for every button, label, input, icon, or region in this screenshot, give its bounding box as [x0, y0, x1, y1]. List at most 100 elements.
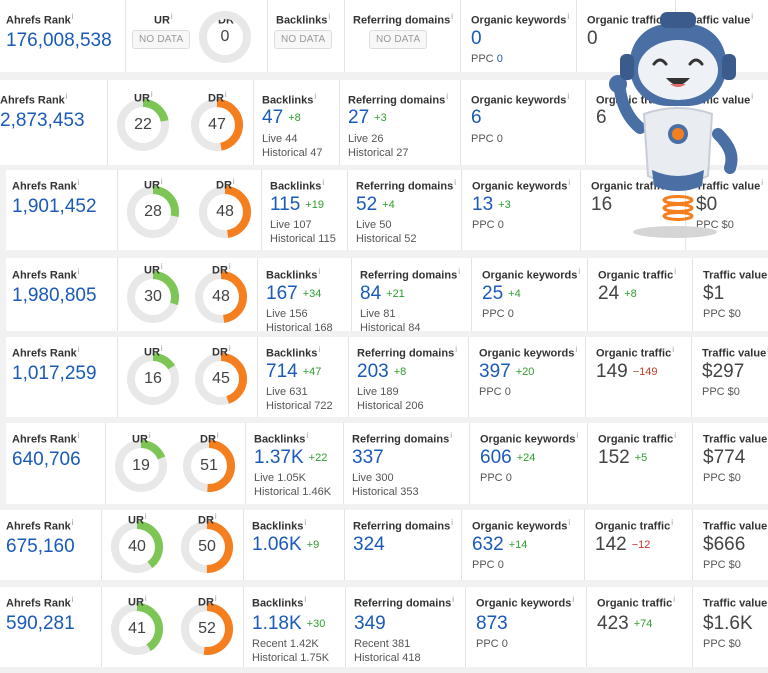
backlinks-value[interactable]: 47 +8	[262, 107, 301, 129]
traffic-value-amount[interactable]: $297	[702, 361, 744, 383]
organic-keywords-value[interactable]: 6	[471, 107, 482, 129]
backlinks-value[interactable]: 167 +34	[266, 283, 321, 305]
info-icon[interactable]: i	[328, 12, 330, 21]
ahrefs-rank-value[interactable]: 640,706	[12, 449, 81, 471]
ahrefs-rank-value[interactable]: 176,008,538	[6, 30, 112, 52]
info-icon[interactable]: i	[215, 594, 217, 603]
info-icon[interactable]: i	[72, 595, 74, 604]
info-icon[interactable]: i	[451, 12, 453, 21]
info-icon[interactable]: i	[761, 178, 763, 187]
info-icon[interactable]: i	[568, 178, 570, 187]
organic-traffic-value[interactable]: 152 +5	[598, 447, 647, 469]
info-icon[interactable]: i	[572, 595, 574, 604]
info-icon[interactable]: i	[458, 267, 460, 276]
organic-keywords-value[interactable]: 606 +24	[480, 447, 535, 469]
ahrefs-rank-value[interactable]: 675,160	[6, 536, 75, 558]
organic-traffic-value[interactable]: 423 +74	[597, 613, 652, 635]
backlinks-value[interactable]: 1.37K +22	[254, 447, 327, 469]
info-icon[interactable]: i	[72, 12, 74, 21]
info-icon[interactable]: i	[229, 344, 231, 353]
info-icon[interactable]: i	[229, 262, 231, 271]
info-icon[interactable]: i	[66, 92, 68, 101]
info-icon[interactable]: i	[673, 595, 675, 604]
info-icon[interactable]: i	[304, 595, 306, 604]
info-icon[interactable]: i	[161, 262, 163, 271]
backlinks-value[interactable]: 1.18K +30	[252, 613, 325, 635]
info-icon[interactable]: i	[149, 431, 151, 440]
organic-traffic-value[interactable]: 149 −149	[596, 361, 657, 383]
organic-keywords-value[interactable]: 0	[471, 28, 482, 50]
ahrefs-rank-value[interactable]: 590,281	[6, 613, 75, 635]
backlinks-value[interactable]: 115 +19	[270, 194, 324, 216]
info-icon[interactable]: i	[575, 345, 577, 354]
ahrefs-rank-value[interactable]: 2,873,453	[0, 110, 85, 132]
info-icon[interactable]: i	[145, 512, 147, 521]
info-icon[interactable]: i	[78, 267, 80, 276]
info-icon[interactable]: i	[454, 178, 456, 187]
info-icon[interactable]: i	[672, 345, 674, 354]
ahrefs-rank-value[interactable]: 1,017,259	[12, 363, 97, 385]
organic-keywords-value-number: 397	[479, 361, 511, 382]
info-icon[interactable]: i	[225, 90, 227, 99]
ahrefs-rank-value[interactable]: 1,901,452	[12, 196, 97, 218]
referring-domains-value[interactable]: 349	[354, 613, 386, 635]
organic-keywords-value[interactable]: 397 +20	[479, 361, 534, 383]
referring-domains-value[interactable]: 324	[353, 534, 385, 556]
info-icon[interactable]: i	[161, 177, 163, 186]
info-icon[interactable]: i	[151, 90, 153, 99]
organic-traffic-value[interactable]: 0	[587, 28, 598, 50]
info-icon[interactable]: i	[567, 92, 569, 101]
info-icon[interactable]: i	[451, 518, 453, 527]
info-icon[interactable]: i	[568, 518, 570, 527]
info-icon[interactable]: i	[306, 431, 308, 440]
traffic-value-amount[interactable]: $666	[703, 534, 745, 556]
info-icon[interactable]: i	[674, 431, 676, 440]
info-icon[interactable]: i	[446, 92, 448, 101]
info-icon[interactable]: i	[671, 518, 673, 527]
organic-keywords-value[interactable]: 873	[476, 613, 508, 635]
info-icon[interactable]: i	[322, 178, 324, 187]
referring-domains-value[interactable]: 52 +4	[356, 194, 395, 216]
info-icon[interactable]: i	[450, 431, 452, 440]
info-icon[interactable]: i	[314, 92, 316, 101]
referring-domains-value[interactable]: 84 +21	[360, 283, 405, 305]
traffic-value-amount[interactable]: $1	[703, 283, 724, 305]
info-icon[interactable]: i	[78, 178, 80, 187]
info-icon[interactable]: i	[72, 518, 74, 527]
info-icon[interactable]: i	[78, 345, 80, 354]
info-icon[interactable]: i	[145, 594, 147, 603]
info-icon[interactable]: i	[217, 431, 219, 440]
info-icon[interactable]: i	[318, 345, 320, 354]
info-icon[interactable]: i	[578, 267, 580, 276]
info-icon[interactable]: i	[215, 512, 217, 521]
organic-keywords-value[interactable]: 25 +4	[482, 283, 521, 305]
info-icon[interactable]: i	[171, 12, 173, 21]
info-icon[interactable]: i	[78, 431, 80, 440]
organic-traffic-value[interactable]: 142 −12	[595, 534, 650, 556]
backlinks-value[interactable]: 714 +47	[266, 361, 321, 383]
organic-keywords-value[interactable]: 13 +3	[472, 194, 511, 216]
backlinks-value-number: 714	[266, 361, 298, 382]
info-icon[interactable]: i	[452, 595, 454, 604]
organic-traffic-value[interactable]: 24 +8	[598, 283, 637, 305]
info-icon[interactable]: i	[161, 344, 163, 353]
info-icon[interactable]: i	[751, 92, 753, 101]
info-icon[interactable]: i	[233, 177, 235, 186]
info-icon[interactable]: i	[318, 267, 320, 276]
info-icon[interactable]: i	[751, 12, 753, 21]
backlinks-value[interactable]: 1.06K +9	[252, 534, 319, 556]
referring-domains-value[interactable]: 27 +3	[348, 107, 387, 129]
info-icon[interactable]: i	[567, 12, 569, 21]
organic-keywords-value[interactable]: 632 +14	[472, 534, 527, 556]
info-icon[interactable]: i	[576, 431, 578, 440]
backlinks-detail: Historical 1.75K	[252, 652, 330, 664]
info-icon[interactable]: i	[674, 267, 676, 276]
traffic-value-ppc: PPC $0	[703, 559, 741, 571]
referring-domains-value[interactable]: 203 +8	[357, 361, 406, 383]
referring-domains-value[interactable]: 337	[352, 447, 384, 469]
ahrefs-rank-value[interactable]: 1,980,805	[12, 285, 97, 307]
info-icon[interactable]: i	[455, 345, 457, 354]
info-icon[interactable]: i	[304, 518, 306, 527]
traffic-value-amount[interactable]: $774	[703, 447, 745, 469]
traffic-value-amount[interactable]: $1.6K	[703, 613, 753, 635]
